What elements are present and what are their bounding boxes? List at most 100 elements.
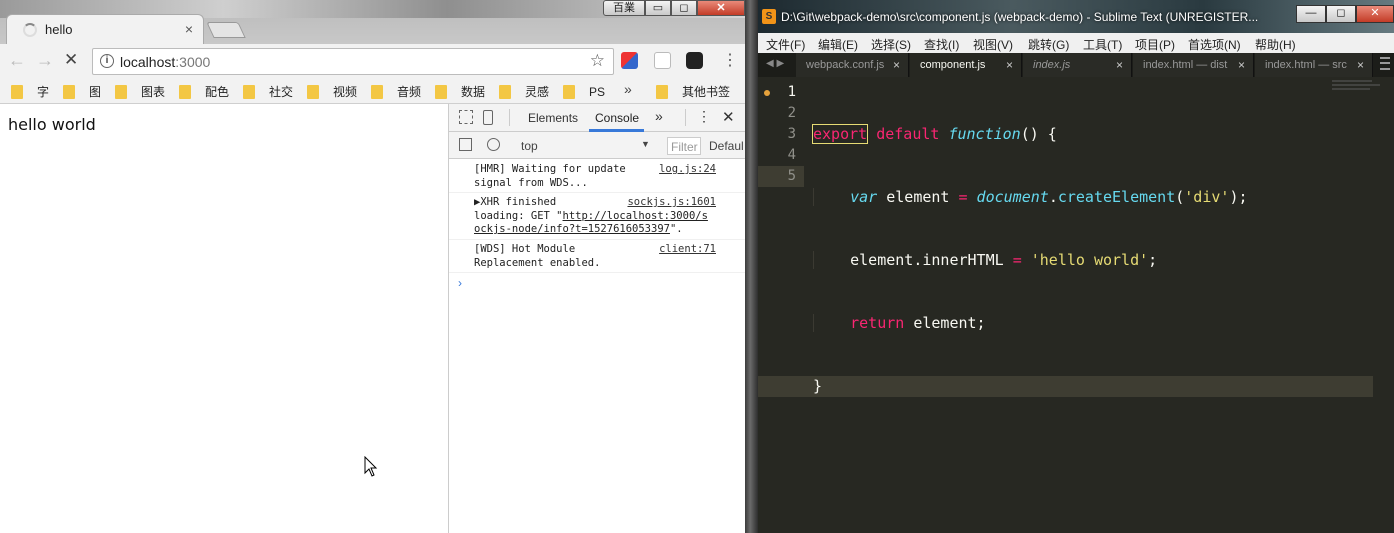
minimize-button[interactable]: — bbox=[1296, 5, 1326, 23]
tab-elements[interactable]: Elements bbox=[528, 111, 578, 125]
request-url-link[interactable]: ockjs-node/info?t=1527616053397 bbox=[474, 223, 670, 235]
extension-icon-2[interactable] bbox=[654, 52, 671, 69]
forward-arrow-icon[interactable]: → bbox=[36, 50, 54, 71]
close-tab-icon[interactable]: × bbox=[1006, 58, 1013, 72]
console-sidebar-icon[interactable] bbox=[459, 138, 472, 151]
stop-loading-icon[interactable]: ✕ bbox=[64, 50, 78, 70]
info-icon[interactable]: i bbox=[100, 54, 114, 68]
bookmark-folder[interactable]: 社交 bbox=[243, 84, 293, 99]
window-divider bbox=[745, 0, 758, 533]
inspect-element-icon[interactable] bbox=[459, 110, 473, 124]
maximize-button[interactable]: ◻ bbox=[1326, 5, 1356, 23]
folder-icon bbox=[307, 84, 319, 99]
menu-tools[interactable]: 工具(T) bbox=[1083, 36, 1122, 53]
tab-console[interactable]: Console bbox=[595, 111, 639, 125]
page-body-text: hello world bbox=[8, 115, 96, 134]
menu-file[interactable]: 文件(F) bbox=[766, 36, 805, 53]
separator bbox=[685, 109, 686, 126]
bookmark-folder[interactable]: 视频 bbox=[307, 84, 357, 99]
bookmark-folder[interactable]: PS bbox=[563, 84, 605, 99]
menu-preferences[interactable]: 首选项(N) bbox=[1188, 36, 1241, 53]
console-source-link[interactable]: client:71 bbox=[659, 243, 716, 257]
console-message[interactable]: ▶XHR finished loading: GET "http://local… bbox=[449, 193, 745, 240]
tab-list-menu-icon[interactable] bbox=[1380, 57, 1390, 70]
minimize-button[interactable]: ▭ bbox=[645, 0, 671, 16]
code-editor[interactable]: export default function() { var element … bbox=[758, 82, 1373, 439]
bookmarks-overflow-button[interactable]: » bbox=[624, 81, 632, 97]
tab-title: hello bbox=[45, 22, 73, 37]
back-arrow-icon[interactable]: ← bbox=[8, 50, 26, 71]
chrome-window: hello × 百業 ▭ ◻ ✕ ← → ✕ i localhost:3000 … bbox=[0, 0, 745, 533]
close-tab-icon[interactable]: × bbox=[893, 58, 900, 72]
tab-scroll-arrows-icon[interactable]: ◀ ▶ bbox=[766, 58, 784, 69]
console-prompt[interactable]: › bbox=[458, 276, 462, 290]
device-toolbar-icon[interactable] bbox=[483, 110, 493, 125]
editor-tab[interactable]: webpack.conf.js × bbox=[796, 53, 909, 77]
chrome-tabstrip: hello × 百業 ▭ ◻ ✕ bbox=[0, 0, 745, 44]
menu-project[interactable]: 项目(P) bbox=[1135, 36, 1175, 53]
browser-tab[interactable]: hello × bbox=[6, 14, 204, 44]
address-bar[interactable]: i localhost:3000 ☆ bbox=[92, 48, 614, 75]
bookmark-folder[interactable]: 图 bbox=[63, 84, 101, 99]
folder-icon bbox=[371, 84, 383, 99]
bookmark-folder[interactable]: 数据 bbox=[435, 84, 485, 99]
close-window-button[interactable]: ✕ bbox=[1356, 5, 1394, 23]
close-window-button[interactable]: ✕ bbox=[697, 0, 745, 16]
bookmark-folder[interactable]: 灵感 bbox=[499, 84, 549, 99]
folder-icon bbox=[243, 84, 255, 99]
console-source-link[interactable]: log.js:24 bbox=[659, 163, 716, 177]
new-tab-button[interactable] bbox=[206, 22, 246, 38]
log-levels-dropdown[interactable]: Defaul bbox=[709, 139, 744, 153]
menu-bar: 文件(F) 编辑(E) 选择(S) 查找(I) 视图(V) 跳转(G) 工具(T… bbox=[758, 33, 1394, 53]
folder-icon bbox=[656, 84, 668, 99]
close-tab-icon[interactable]: × bbox=[1116, 58, 1123, 72]
bookmark-star-icon[interactable]: ☆ bbox=[590, 51, 605, 71]
menu-goto[interactable]: 跳转(G) bbox=[1028, 36, 1069, 53]
bookmark-folder[interactable]: 字 bbox=[11, 84, 49, 99]
url-text[interactable]: localhost:3000 bbox=[120, 54, 210, 70]
editor-tabbar: ◀ ▶ webpack.conf.js × component.js × index… bbox=[758, 53, 1394, 77]
line-number: 5 bbox=[758, 166, 804, 187]
profile-button[interactable]: 百業 bbox=[603, 0, 645, 16]
editor-tab[interactable]: index.html — dist × bbox=[1133, 53, 1254, 77]
mouse-cursor-icon bbox=[364, 456, 378, 477]
window-title: D:\Git\webpack-demo\src\component.js (we… bbox=[781, 10, 1259, 24]
browser-toolbar: ← → ✕ i localhost:3000 ☆ ⋮ bbox=[0, 44, 745, 78]
close-devtools-icon[interactable]: ✕ bbox=[722, 108, 735, 126]
menu-view[interactable]: 视图(V) bbox=[973, 36, 1013, 53]
other-bookmarks-folder[interactable]: 其他书签 bbox=[656, 84, 730, 99]
close-tab-icon[interactable]: × bbox=[1357, 58, 1364, 72]
menu-find[interactable]: 查找(I) bbox=[924, 36, 959, 53]
tab-close-icon[interactable]: × bbox=[185, 21, 193, 37]
line-number: 4 bbox=[787, 147, 796, 163]
bookmark-folder[interactable]: 配色 bbox=[179, 84, 229, 99]
line-number: 3 bbox=[787, 126, 796, 142]
bookmark-folder[interactable]: 音频 bbox=[371, 84, 421, 99]
menu-kebab-icon[interactable]: ⋮ bbox=[722, 50, 738, 70]
filter-input[interactable]: Filter bbox=[667, 137, 701, 155]
devtools-menu-icon[interactable]: ⋮ bbox=[697, 108, 711, 125]
folder-icon bbox=[499, 84, 511, 99]
more-tabs-button[interactable]: » bbox=[655, 108, 663, 124]
request-url-link[interactable]: http://localhost:3000/s bbox=[563, 210, 708, 222]
close-tab-icon[interactable]: × bbox=[1238, 58, 1245, 72]
sublime-window: S D:\Git\webpack-demo\src\component.js (… bbox=[758, 0, 1394, 533]
editor-tab[interactable]: index.html — src × bbox=[1255, 53, 1373, 77]
menu-selection[interactable]: 选择(S) bbox=[871, 36, 911, 53]
bookmarks-bar: 字 图 图表 配色 社交 视频 音频 数据 灵感 PS » 其他书签 bbox=[0, 78, 745, 104]
folder-icon bbox=[435, 84, 447, 99]
editor-tab[interactable]: index.js × bbox=[1023, 53, 1132, 77]
chevron-down-icon[interactable]: ▼ bbox=[641, 139, 650, 149]
clear-console-icon[interactable] bbox=[487, 138, 500, 151]
extension-icon[interactable] bbox=[621, 52, 638, 69]
loading-spinner-icon bbox=[23, 23, 37, 37]
bookmark-folder[interactable]: 图表 bbox=[115, 84, 165, 99]
extension-icon-3[interactable] bbox=[686, 52, 703, 69]
menu-edit[interactable]: 编辑(E) bbox=[818, 36, 858, 53]
console-source-link[interactable]: sockjs.js:1601 bbox=[627, 196, 716, 210]
maximize-button[interactable]: ◻ bbox=[671, 0, 697, 16]
context-selector[interactable]: top bbox=[521, 139, 538, 153]
editor-tab-active[interactable]: component.js × bbox=[910, 53, 1022, 77]
menu-help[interactable]: 帮助(H) bbox=[1255, 36, 1296, 53]
minimap[interactable] bbox=[1332, 80, 1388, 96]
